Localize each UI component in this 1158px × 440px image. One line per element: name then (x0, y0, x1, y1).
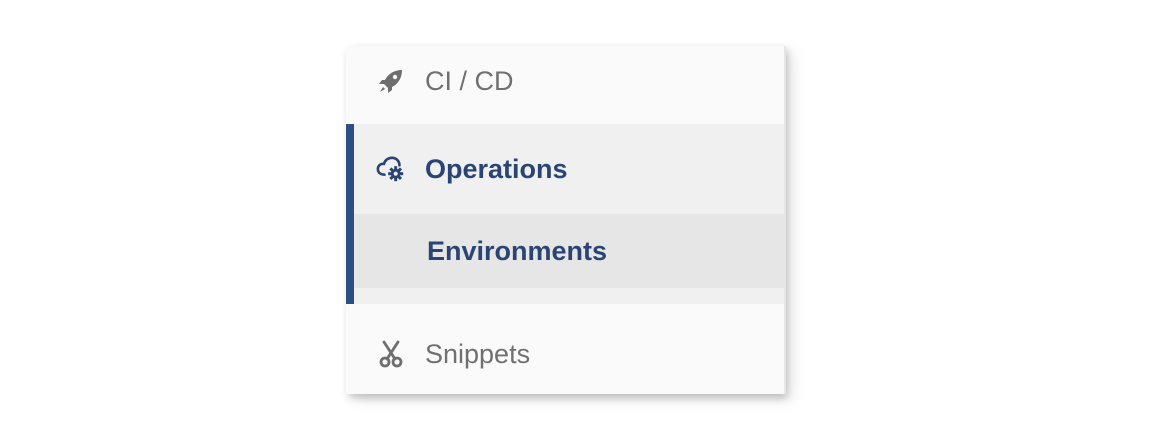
sidebar-subitem-environments[interactable]: Environments (354, 214, 784, 288)
rocket-icon (376, 66, 406, 96)
cloud-gear-icon (376, 154, 406, 184)
sidebar-group-operations: Operations Environments (346, 124, 784, 304)
sidebar-divider (784, 46, 786, 394)
scissors-icon (376, 339, 406, 369)
sidebar-subitem-label: Environments (427, 235, 608, 266)
sidebar-item-snippets[interactable]: Snippets (346, 314, 784, 394)
sidebar-item-label: Operations (425, 153, 568, 184)
sidebar-item-label: Snippets (425, 338, 531, 369)
sidebar-panel: CI / CD Operations Environments Snippets (346, 46, 786, 394)
sidebar-item-ci-cd[interactable]: CI / CD (346, 46, 784, 116)
sidebar-item-label: CI / CD (425, 65, 514, 96)
sidebar-item-operations[interactable]: Operations (346, 124, 784, 214)
